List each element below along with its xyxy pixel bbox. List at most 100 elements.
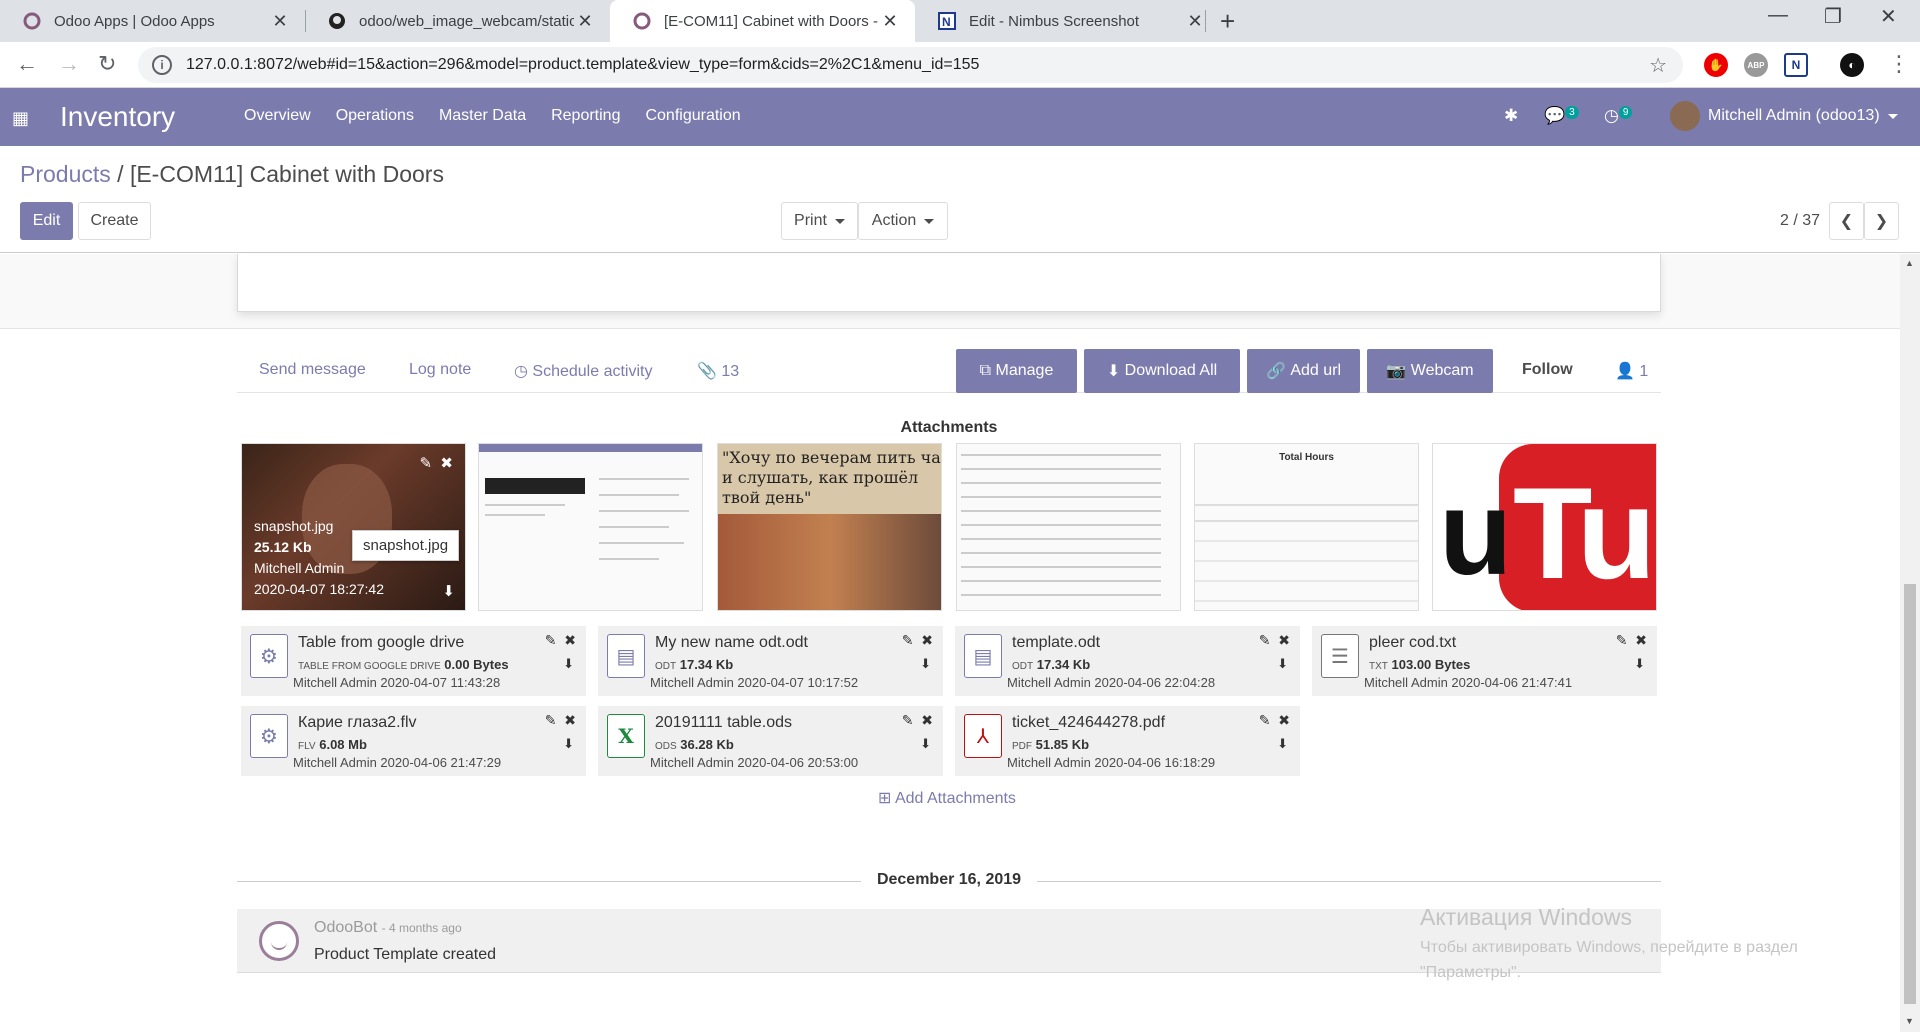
add-url-button[interactable]: 🔗 Add url [1247,349,1360,393]
close-icon[interactable]: ✖ [1278,712,1290,728]
adblock-extension-icon[interactable]: ✋ [1704,53,1728,77]
close-icon[interactable]: ✕ [879,11,901,32]
download-icon[interactable]: ⬇ [442,582,455,600]
close-icon[interactable]: ✖ [440,455,453,472]
profile-extension-icon[interactable]: ◐ [1840,53,1864,77]
author-name[interactable]: OdooBot [314,919,377,936]
app-name[interactable]: Inventory [60,101,175,133]
close-icon[interactable]: ✕ [574,11,596,32]
close-icon[interactable]: ✖ [921,632,933,648]
edit-icon[interactable]: ✎ [902,712,914,728]
attachments-count-button[interactable]: 📎 13 [697,361,739,381]
log-note-button[interactable]: Log note [409,361,471,379]
edit-icon[interactable]: ✎ [902,632,914,648]
schedule-activity-button[interactable]: ◷ Schedule activity [514,361,652,381]
close-icon[interactable]: ✕ [1184,11,1206,32]
attachment-ext: TXT [1369,661,1388,672]
info-icon[interactable]: i [152,55,172,75]
attachment-image-payslips[interactable] [956,443,1181,611]
edit-icon[interactable]: ✎ [545,712,557,728]
edit-icon[interactable]: ✎ [545,632,557,648]
close-icon[interactable]: ✖ [921,712,933,728]
scrollbar[interactable]: ▲ ▼ [1900,254,1920,1032]
attachment-tooltip: snapshot.jpg [352,530,460,561]
attachment-ext: ODS [655,741,677,752]
edit-icon[interactable]: ✎ [420,455,433,472]
edit-icon[interactable]: ✎ [1616,632,1628,648]
download-icon[interactable]: ⬇ [920,736,931,752]
attachment-image-snapshot[interactable]: ✎ ✖ snapshot.jpg 25.12 Kb Mitchell Admin… [241,443,466,611]
address-bar[interactable]: i 127.0.0.1:8072/web#id=15&action=296&mo… [138,47,1683,83]
send-message-button[interactable]: Send message [259,361,366,379]
attachment-image-youtube[interactable]: u Tub [1432,443,1657,611]
scrollbar-thumb[interactable] [1904,584,1916,1004]
close-icon[interactable]: ✕ [269,11,291,32]
abp-extension-icon[interactable]: ABP [1744,53,1768,77]
pager-previous-button[interactable]: ❮ [1829,202,1864,240]
create-button[interactable]: Create [78,202,151,240]
scroll-up-icon[interactable]: ▲ [1905,258,1914,268]
attachment-image-screenshot[interactable] [478,443,703,611]
attachment-image-illustration[interactable]: "Хочу по вечерам пить чай и слушать, как… [717,443,942,611]
user-menu[interactable]: Mitchell Admin (odoo13) [1670,101,1898,131]
new-tab-button[interactable]: + [1220,6,1235,37]
attachment-image-total-hours[interactable]: Total Hours [1194,443,1419,611]
activities-button[interactable]: ◷ 9 [1604,106,1633,126]
breadcrumb-products[interactable]: Products [20,161,111,187]
webcam-button[interactable]: 📷 Webcam [1367,349,1493,393]
browser-menu-icon[interactable]: ⋮ [1888,51,1910,77]
date-separator: December 16, 2019 [237,871,1661,891]
download-icon[interactable]: ⬇ [563,736,574,752]
reload-icon[interactable]: ↻ [98,51,116,77]
browser-tab[interactable]: Odoo Apps | Odoo Apps ✕ [0,0,305,42]
apps-menu-icon[interactable]: ▦ [12,108,29,129]
print-dropdown[interactable]: Print [781,202,858,240]
forward-icon[interactable]: → [58,51,80,77]
download-all-button[interactable]: ⬇ Download All [1084,349,1240,393]
attachment-tools: ✎ ✖ [1616,632,1647,649]
attachment-file-card[interactable]: ☰ pleer cod.txt TXT 103.00 Bytes Mitchel… [1312,626,1657,696]
close-icon[interactable]: ✖ [1635,632,1647,648]
minimize-button[interactable]: — [1768,4,1788,27]
menu-item-configuration[interactable]: Configuration [645,107,740,125]
follow-button[interactable]: Follow [1522,361,1573,379]
attachment-file-card[interactable]: ▤ template.odt ODT 17.34 Kb Mitchell Adm… [955,626,1300,696]
maximize-button[interactable]: ❐ [1824,4,1842,29]
menu-item-overview[interactable]: Overview [244,107,311,125]
download-icon[interactable]: ⬇ [1277,656,1288,672]
attachment-file-card[interactable]: ⚙ Карие глаза2.flv FLV 6.08 Mb Mitchell … [241,706,586,776]
close-icon[interactable]: ✖ [564,712,576,728]
followers-button[interactable]: 👤 1 [1615,361,1648,381]
menu-item-operations[interactable]: Operations [336,107,414,125]
attachment-file-card[interactable]: ▤ My new name odt.odt ODT 17.34 Kb Mitch… [598,626,943,696]
close-icon[interactable]: ✖ [1278,632,1290,648]
attachment-file-card[interactable]: ⅄ ticket_424644278.pdf PDF 51.85 Kb Mitc… [955,706,1300,776]
download-icon[interactable]: ⬇ [1634,656,1645,672]
manage-button[interactable]: ⧉ Manage [956,349,1077,393]
pager-value[interactable]: 2 / 37 [1780,212,1820,230]
download-icon[interactable]: ⬇ [920,656,931,672]
attachment-file-card[interactable]: X 20191111 table.ods ODS 36.28 Kb Mitche… [598,706,943,776]
add-attachments-button[interactable]: ⊞ Add Attachments [878,788,1016,808]
browser-tab-active[interactable]: [E-COM11] Cabinet with Doors - ✕ [610,0,915,42]
nimbus-extension-icon[interactable]: N [1784,53,1808,77]
debug-bug-icon[interactable]: ✱ [1504,106,1518,126]
pager-next-button[interactable]: ❯ [1864,202,1899,240]
menu-item-master-data[interactable]: Master Data [439,107,526,125]
star-icon[interactable]: ☆ [1649,53,1667,78]
close-icon[interactable]: ✖ [564,632,576,648]
edit-button[interactable]: Edit [20,202,73,240]
browser-tab[interactable]: N Edit - Nimbus Screenshot ✕ [915,0,1220,42]
scroll-down-icon[interactable]: ▼ [1905,1016,1914,1026]
download-icon[interactable]: ⬇ [563,656,574,672]
back-icon[interactable]: ← [16,51,38,77]
messages-button[interactable]: 💬 3 [1544,106,1579,126]
edit-icon[interactable]: ✎ [1259,712,1271,728]
close-window-button[interactable]: ✕ [1880,4,1897,29]
browser-tab[interactable]: odoo/web_image_webcam/static ✕ [305,0,610,42]
menu-item-reporting[interactable]: Reporting [551,107,620,125]
attachment-file-card[interactable]: ⚙ Table from google drive TABLE FROM GOO… [241,626,586,696]
action-dropdown[interactable]: Action [858,202,948,240]
download-icon[interactable]: ⬇ [1277,736,1288,752]
edit-icon[interactable]: ✎ [1259,632,1271,648]
